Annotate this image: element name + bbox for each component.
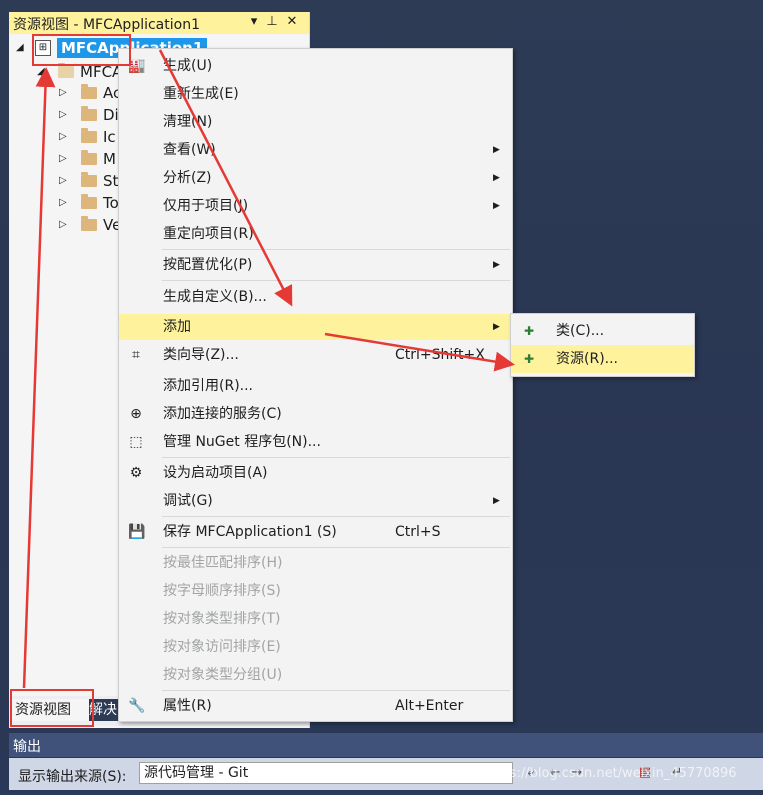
annotation-arrow-3	[324, 332, 515, 372]
annotation-arrow-2	[158, 49, 293, 307]
annotation-arrows	[22, 49, 515, 689]
annotation-arrow-1	[22, 67, 56, 689]
